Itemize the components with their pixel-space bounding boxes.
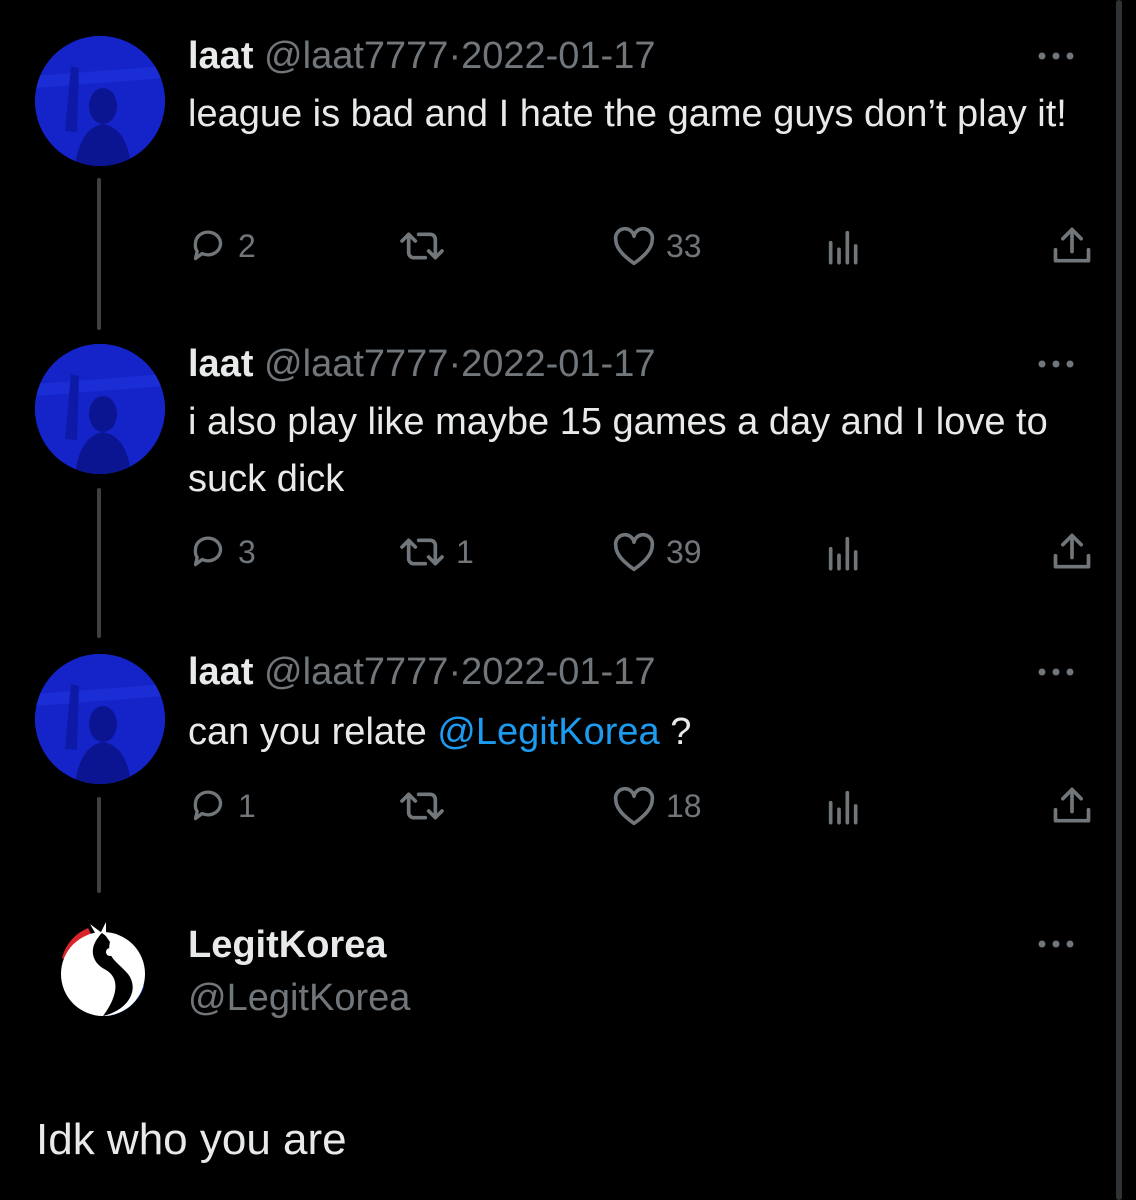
reply-button[interactable]: 2 (188, 224, 256, 268)
display-name[interactable]: laat (188, 343, 253, 385)
like-button[interactable]: 39 (612, 530, 702, 574)
retweet-count: 1 (456, 533, 474, 570)
share-button[interactable] (1050, 784, 1094, 828)
avatar[interactable] (35, 654, 165, 784)
heart-icon (613, 786, 655, 826)
separator-dot: · (448, 35, 462, 77)
username[interactable]: @laat7777 (264, 343, 448, 385)
thread-line (97, 488, 101, 638)
mention-link[interactable]: @LegitKorea (437, 711, 659, 753)
username[interactable]: @laat7777 (264, 651, 448, 693)
views-button[interactable] (824, 784, 864, 828)
more-icon[interactable] (1036, 50, 1076, 62)
more-icon[interactable] (1036, 358, 1076, 370)
reply-button[interactable]: 3 (188, 530, 256, 574)
tweet-actions: 3 1 39 (188, 530, 1108, 574)
retweet-button[interactable] (398, 784, 456, 828)
username[interactable]: @LegitKorea (188, 975, 410, 1021)
heart-icon (613, 226, 655, 266)
more-icon[interactable] (1036, 938, 1076, 950)
retweet-icon (400, 538, 444, 566)
like-button[interactable]: 33 (612, 224, 702, 268)
reply-count: 2 (238, 227, 256, 264)
bar-chart-icon (828, 790, 858, 825)
tweet-date[interactable]: 2022-01-17 (461, 35, 655, 77)
separator-dot: · (448, 343, 462, 385)
retweet-icon (400, 232, 444, 260)
retweet-icon (400, 792, 444, 820)
display-name[interactable]: LegitKorea (188, 922, 386, 968)
more-icon[interactable] (1036, 666, 1076, 678)
username[interactable]: @laat7777 (264, 35, 448, 77)
speech-bubble-icon (193, 790, 223, 821)
separator-dot: · (448, 651, 462, 693)
tweet-header: laat @laat7777·2022-01-17 (188, 34, 655, 78)
tweet-header: laat @laat7777·2022-01-17 (188, 342, 655, 386)
views-button[interactable] (824, 224, 864, 268)
reply-button[interactable]: 1 (188, 784, 256, 828)
display-name[interactable]: laat (188, 35, 253, 77)
reply-count: 3 (238, 533, 256, 570)
speech-bubble-icon (193, 536, 223, 567)
like-button[interactable]: 18 (612, 784, 702, 828)
thread-line (97, 178, 101, 330)
tweet-text-plain: can you relate (188, 711, 438, 753)
display-name[interactable]: laat (188, 651, 253, 693)
avatar[interactable] (35, 344, 165, 474)
tweet-header: laat @laat7777·2022-01-17 (188, 650, 655, 694)
reply-count: 1 (238, 787, 256, 824)
tweet-text: league is bad and I hate the game guys d… (188, 93, 1067, 135)
tweet-date[interactable]: 2022-01-17 (461, 651, 655, 693)
retweet-button[interactable]: 1 (398, 530, 474, 574)
share-upload-icon (1053, 787, 1091, 823)
views-button[interactable] (824, 530, 864, 574)
tweet-text: Idk who you are (36, 1115, 347, 1164)
tweet-actions: 1 18 (188, 784, 1108, 828)
share-button[interactable] (1050, 224, 1094, 268)
tweet-text: i also play like maybe 15 games a day an… (188, 401, 1048, 500)
scrollbar[interactable] (1116, 0, 1122, 1200)
thread-line (97, 797, 101, 893)
tweet-date[interactable]: 2022-01-17 (461, 343, 655, 385)
retweet-button[interactable] (398, 224, 456, 268)
bar-chart-icon (828, 230, 858, 265)
share-upload-icon (1053, 227, 1091, 263)
tweet-text: can you relate @LegitKorea ? (188, 704, 1068, 761)
share-upload-icon (1053, 533, 1091, 569)
avatar[interactable] (35, 36, 165, 166)
tweet-text-trailing: ? (659, 711, 692, 753)
like-count: 33 (666, 227, 702, 264)
heart-icon (613, 532, 655, 572)
speech-bubble-icon (193, 230, 223, 261)
like-count: 39 (666, 533, 702, 570)
tweet-actions: 2 33 (188, 224, 1108, 268)
legitkorea-logo-avatar[interactable] (48, 912, 158, 1022)
bar-chart-icon (828, 536, 858, 571)
like-count: 18 (666, 787, 702, 824)
share-button[interactable] (1050, 530, 1094, 574)
